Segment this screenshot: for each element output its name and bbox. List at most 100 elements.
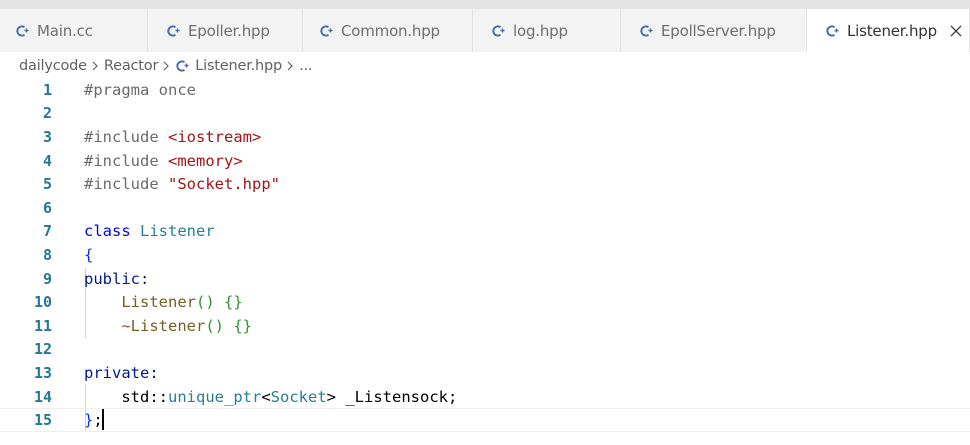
line-code: #pragma once (84, 81, 196, 99)
cpp-file-icon (639, 23, 655, 39)
line-number: 10 (33, 293, 52, 312)
code-line[interactable]: 10 Listener() {} (0, 290, 970, 314)
code-line[interactable]: 4 #include <memory> (0, 149, 970, 173)
line-code: ~Listener() {} (84, 317, 252, 335)
tab-label: EpollServer.hpp (661, 21, 776, 40)
code-line[interactable]: 3 #include <iostream> (0, 125, 970, 149)
line-number: 13 (33, 363, 52, 382)
code-token: #include (84, 151, 168, 170)
code-token: #pragma once (84, 80, 196, 99)
code-token: { (84, 245, 94, 264)
line-number: 6 (42, 198, 52, 217)
code-line[interactable]: 13 private: (0, 361, 970, 385)
tab-label: log.hpp (513, 21, 568, 40)
chevron-right-icon (161, 60, 171, 72)
cpp-file-icon (491, 23, 507, 39)
cpp-file-icon (825, 23, 841, 39)
breadcrumb: dailycode Reactor Listener.hpp ... (0, 52, 970, 80)
line-number: 4 (42, 151, 52, 170)
cpp-file-icon (166, 23, 182, 39)
code-token: ~Listener (121, 316, 206, 335)
code-token: #include (84, 175, 168, 194)
code-token: () (205, 316, 224, 335)
line-number: 15 (33, 411, 52, 430)
cpp-file-icon (319, 23, 335, 39)
code-token: () (195, 293, 215, 312)
chevron-right-icon (90, 60, 100, 72)
code-line[interactable]: 15}; (0, 408, 970, 432)
code-token: {} (224, 293, 243, 312)
code-token: > _Listensock; (326, 387, 458, 406)
code-token: Listener (121, 293, 196, 312)
line-number: 1 (42, 80, 52, 99)
breadcrumb-item-listener-hpp[interactable]: Listener.hpp (195, 58, 282, 74)
code-token: Socket (270, 387, 327, 406)
tab-label: Listener.hpp (847, 22, 937, 40)
line-number: 2 (42, 104, 52, 123)
line-code: #include "Socket.hpp" (84, 175, 280, 193)
code-line[interactable]: 1 #pragma once (0, 78, 970, 102)
breadcrumb-item-reactor[interactable]: Reactor (104, 58, 159, 74)
line-code: std::unique_ptr<Socket> _Listensock; (84, 388, 457, 406)
code-token: <memory> (168, 151, 243, 170)
tab-epollserver-hpp[interactable]: EpollServer.hpp (621, 9, 807, 52)
line-code: class Listener (84, 222, 215, 240)
tab-main-cc[interactable]: Main.cc (0, 9, 148, 52)
line-number: 8 (42, 245, 52, 264)
code-line[interactable]: 2 (0, 102, 970, 126)
tab-common-hpp[interactable]: Common.hpp (303, 9, 473, 52)
code-line[interactable]: 8{ (0, 243, 970, 267)
line-number: 11 (33, 316, 52, 335)
editor-tab-bar: Main.cc Epoller.hpp Common.hpp log.hpp E… (0, 0, 970, 53)
code-line[interactable]: 5 #include "Socket.hpp" (0, 172, 970, 196)
cpp-file-icon (15, 23, 31, 39)
code-token: private: (84, 363, 159, 382)
line-code: #include <memory> (84, 152, 243, 170)
code-line[interactable]: 12 (0, 338, 970, 362)
code-line[interactable]: 11 ~Listener() {} (0, 314, 970, 338)
code-token: Listener (140, 222, 215, 241)
tab-log-hpp[interactable]: log.hpp (473, 9, 621, 52)
close-icon[interactable] (949, 24, 963, 38)
line-number: 14 (33, 387, 52, 406)
code-line[interactable]: 9 public: (0, 267, 970, 291)
line-code: #include <iostream> (84, 128, 261, 146)
chevron-right-icon (285, 60, 295, 72)
line-number: 3 (42, 127, 52, 146)
code-line[interactable]: 6 (0, 196, 970, 220)
code-token: <iostream> (168, 127, 262, 146)
tab-listener-hpp[interactable]: Listener.hpp (807, 9, 970, 53)
tab-label: Common.hpp (341, 21, 440, 40)
code-editor[interactable]: 1 #pragma once 2 3 #include <iostream> 4 #incl… (0, 78, 970, 445)
line-code: }; (84, 411, 103, 429)
breadcrumb-item-ellipsis[interactable]: ... (299, 58, 312, 74)
tab-epoller-hpp[interactable]: Epoller.hpp (148, 9, 303, 52)
line-number: 5 (42, 175, 52, 194)
line-number: 9 (42, 269, 52, 288)
cpp-file-icon (175, 58, 191, 74)
code-token: std (121, 387, 150, 406)
breadcrumb-item-dailycode[interactable]: dailycode (19, 58, 87, 74)
code-token: #include (84, 127, 168, 146)
tab-label: Main.cc (37, 21, 93, 40)
code-line[interactable]: 14 std::unique_ptr<Socket> _Listensock; (0, 385, 970, 409)
line-code: { (84, 246, 93, 264)
line-code: private: (84, 364, 159, 382)
code-token: {} (233, 316, 253, 335)
text-caret (102, 409, 104, 431)
line-code: Listener() {} (84, 293, 243, 312)
code-token: < (261, 387, 271, 406)
code-token: public: (84, 269, 150, 288)
line-number: 7 (42, 222, 52, 241)
line-code: public: (84, 270, 149, 288)
code-token: unique_ptr (168, 387, 262, 406)
code-token: class (84, 222, 131, 241)
code-line[interactable]: 7 class Listener (0, 220, 970, 244)
code-token: "Socket.hpp" (168, 175, 280, 194)
